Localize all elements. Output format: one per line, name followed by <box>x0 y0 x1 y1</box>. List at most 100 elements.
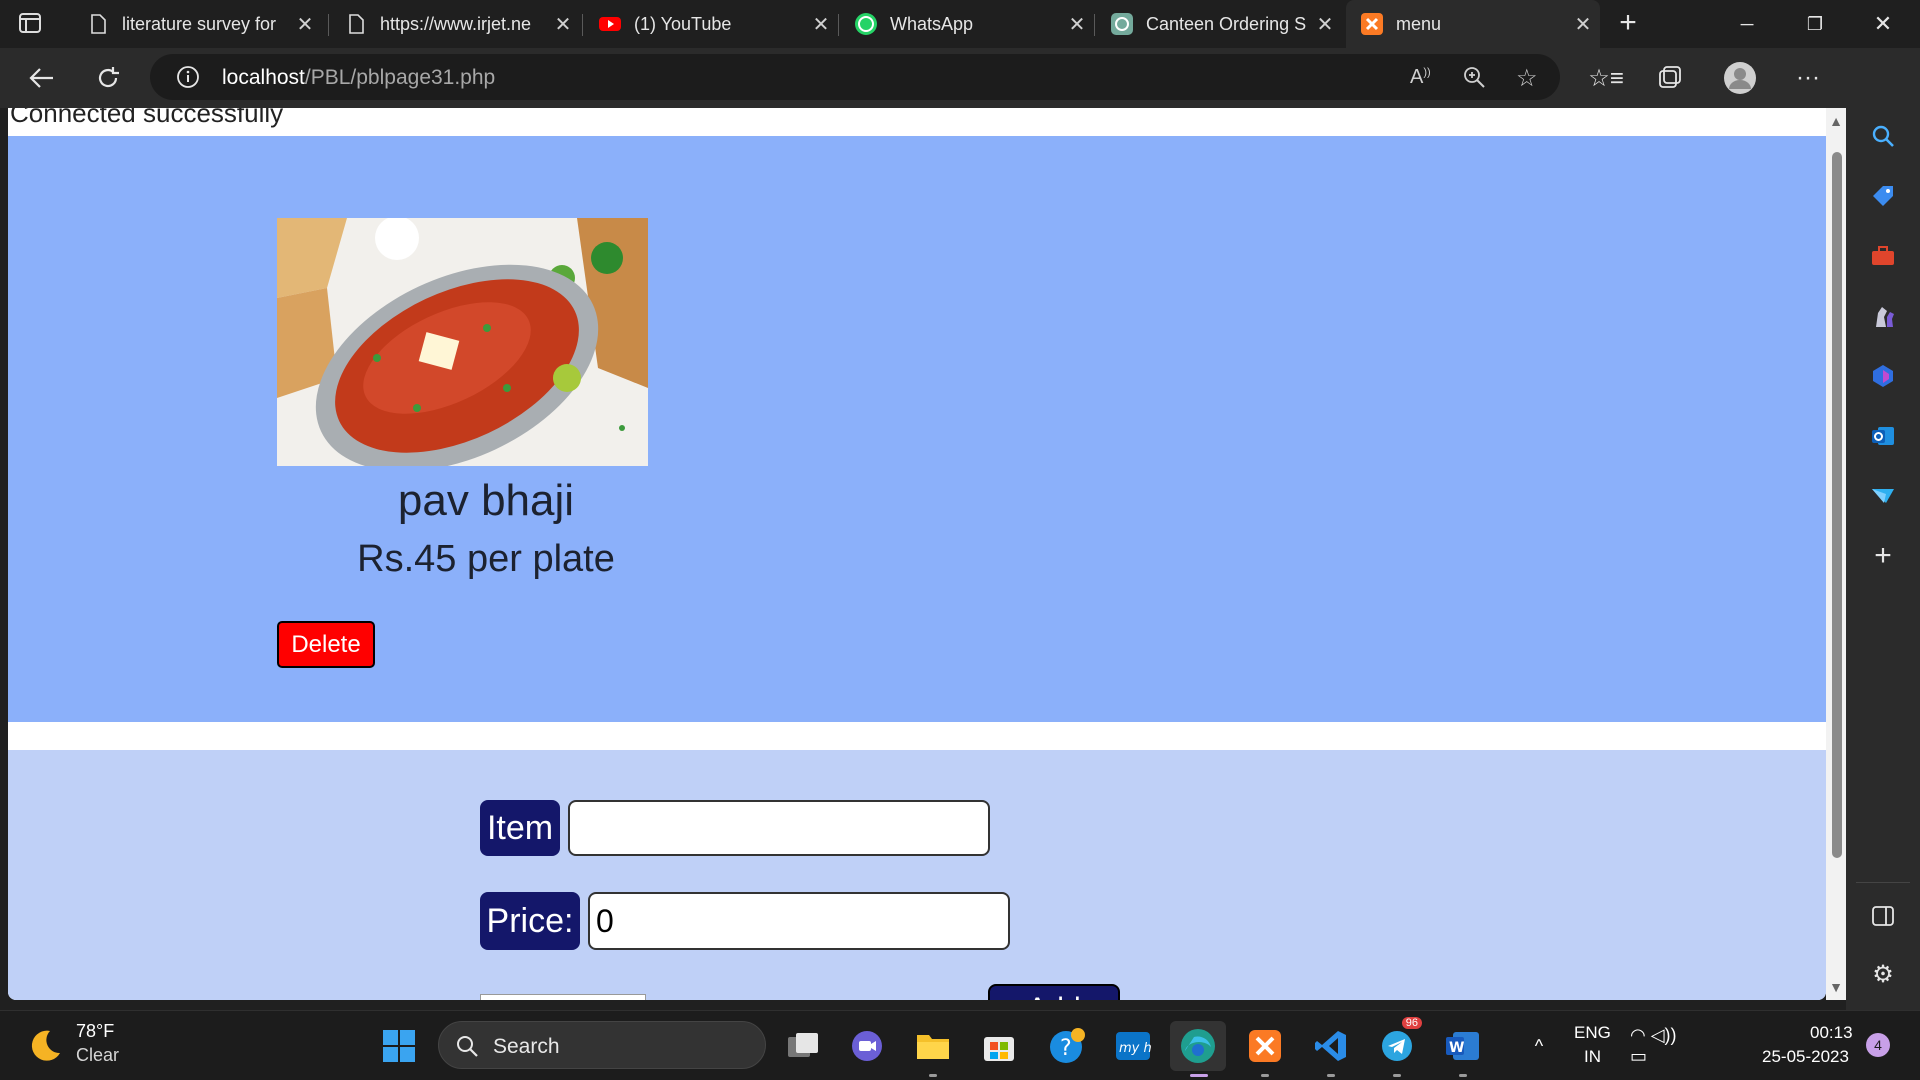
word-icon[interactable]: W <box>1440 1023 1486 1077</box>
microsoft-store-icon[interactable] <box>976 1023 1022 1069</box>
xampp-taskbar-icon[interactable] <box>1242 1023 1288 1077</box>
tab-divider <box>838 14 839 36</box>
windows-start-icon[interactable] <box>376 1023 422 1069</box>
edge-sidebar: + ⚙ <box>1846 48 1920 1010</box>
myhp-icon[interactable]: my hp <box>1110 1023 1156 1069</box>
scroll-down-icon[interactable]: ▼ <box>1829 980 1843 994</box>
connection-message: Connected successfully <box>10 108 284 128</box>
active-indicator <box>1190 1074 1208 1077</box>
menu-item-price: Rs.45 per plate <box>357 538 615 580</box>
close-tab-icon[interactable]: ✕ <box>546 12 580 37</box>
tab-strip: literature survey for ✕ https://www.irje… <box>0 0 1920 48</box>
tab-canteen-ordering[interactable]: Canteen Ordering S ✕ <box>1096 0 1342 48</box>
tab-youtube[interactable]: (1) YouTube ✕ <box>584 0 838 48</box>
more-options-icon[interactable]: ··· <box>1790 60 1826 96</box>
close-tab-icon[interactable]: ✕ <box>1566 12 1600 37</box>
telegram-badge: 96 <box>1401 1017 1422 1029</box>
tab-divider <box>582 14 583 36</box>
zoom-icon[interactable] <box>1462 65 1486 94</box>
close-tab-icon[interactable]: ✕ <box>288 12 322 37</box>
tab-divider <box>328 14 329 36</box>
windows-taskbar: 78°F Clear Search ? my hp 96 <box>0 1010 1920 1080</box>
svg-text:?: ? <box>1060 1036 1072 1061</box>
vscode-icon[interactable] <box>1308 1023 1354 1077</box>
telegram-icon[interactable]: 96 <box>1374 1017 1422 1077</box>
clock-date[interactable]: 25-05-2023 <box>1762 1047 1849 1067</box>
sidebar-search-icon[interactable] <box>1865 118 1901 154</box>
tab-title: Canteen Ordering S <box>1146 13 1307 34</box>
back-icon[interactable] <box>24 60 60 96</box>
clock-time[interactable]: 00:13 <box>1810 1023 1853 1043</box>
add-item-form: Item Price: 0 Add <box>8 750 1826 1000</box>
moon-weather-icon[interactable] <box>26 1027 64 1070</box>
shopping-tag-icon[interactable] <box>1865 178 1901 214</box>
teams-chat-icon[interactable] <box>844 1023 890 1069</box>
sidebar-divider <box>1856 882 1910 883</box>
tab-title: menu <box>1396 13 1442 34</box>
close-tab-icon[interactable]: ✕ <box>1060 12 1094 37</box>
show-hidden-icons[interactable]: ^ <box>1516 1023 1562 1069</box>
url-text[interactable]: localhost/PBL/pblpage31.php <box>222 66 495 90</box>
tab-literature-survey[interactable]: literature survey for ✕ <box>72 0 322 48</box>
new-tab-icon[interactable]: + <box>1610 8 1646 40</box>
outlook-icon[interactable] <box>1865 418 1901 454</box>
close-window-icon[interactable]: ✕ <box>1850 0 1916 48</box>
restore-icon[interactable]: ❐ <box>1782 0 1848 48</box>
delete-button[interactable]: Delete <box>277 621 375 668</box>
whatsapp-icon <box>854 12 878 36</box>
youtube-icon <box>598 12 622 36</box>
tab-menu[interactable]: menu ✕ <box>1346 0 1600 48</box>
item-input[interactable] <box>568 800 990 856</box>
task-view-icon[interactable] <box>780 1023 826 1069</box>
search-label: Search <box>493 1035 560 1058</box>
games-icon[interactable] <box>1865 298 1901 334</box>
running-indicator <box>1261 1074 1269 1077</box>
tab-divider <box>1094 14 1095 36</box>
tab-title: literature survey for <box>122 13 277 34</box>
menu-section: pav bhaji Rs.45 per plate Delete <box>8 136 1826 722</box>
tab-irjet[interactable]: https://www.irjet.ne ✕ <box>330 0 580 48</box>
close-tab-icon[interactable]: ✕ <box>1308 12 1342 37</box>
page-scrollbar[interactable]: ▲ ▼ <box>1826 108 1846 1000</box>
scroll-thumb[interactable] <box>1832 152 1842 858</box>
url-host: localhost <box>222 66 305 89</box>
close-tab-icon[interactable]: ✕ <box>804 12 838 37</box>
language-line2[interactable]: IN <box>1584 1047 1601 1067</box>
scroll-up-icon[interactable]: ▲ <box>1829 114 1843 128</box>
edge-browser-icon[interactable] <box>1170 1021 1226 1077</box>
language-line1[interactable]: ENG <box>1574 1023 1611 1043</box>
choose-file-button[interactable] <box>480 994 646 1000</box>
add-favorite-icon[interactable]: ☆ <box>1516 64 1538 93</box>
tab-actions-icon[interactable] <box>18 12 52 38</box>
read-aloud-icon[interactable]: A)) <box>1410 66 1431 89</box>
split-screen-icon[interactable] <box>1865 898 1901 934</box>
running-indicator <box>1459 1074 1467 1077</box>
get-help-icon[interactable]: ? <box>1044 1023 1090 1069</box>
settings-gear-icon[interactable]: ⚙ <box>1865 956 1901 992</box>
refresh-icon[interactable] <box>90 60 126 96</box>
menu-item-name: pav bhaji <box>397 476 575 525</box>
price-label: Price: <box>480 892 580 950</box>
chatgpt-icon <box>1110 12 1134 36</box>
wifi-sound-battery-tray[interactable]: ◠ ◁)) ▭ <box>1630 1023 1690 1069</box>
collections-icon[interactable] <box>1652 60 1688 96</box>
tools-icon[interactable] <box>1865 238 1901 274</box>
add-sidebar-app-icon[interactable]: + <box>1865 538 1901 574</box>
tab-whatsapp[interactable]: WhatsApp ✕ <box>840 0 1094 48</box>
notification-badge[interactable]: 4 <box>1866 1033 1890 1057</box>
svg-text:my hp: my hp <box>1119 1041 1151 1056</box>
profile-avatar-icon[interactable] <box>1722 60 1758 96</box>
minimize-icon[interactable]: ─ <box>1714 0 1780 48</box>
add-button[interactable]: Add <box>988 984 1120 1000</box>
microsoft365-icon[interactable] <box>1865 358 1901 394</box>
drop-send-icon[interactable] <box>1865 478 1901 514</box>
price-input[interactable]: 0 <box>588 892 1010 950</box>
weather-condition[interactable]: Clear <box>76 1045 119 1066</box>
taskbar-search[interactable]: Search <box>438 1021 766 1069</box>
favorites-icon[interactable]: ☆≡ <box>1588 60 1624 96</box>
site-info-icon[interactable] <box>176 65 200 94</box>
weather-temp[interactable]: 78°F <box>76 1021 114 1042</box>
running-indicator <box>929 1074 937 1077</box>
file-explorer-icon[interactable] <box>910 1023 956 1077</box>
address-bar[interactable]: localhost/PBL/pblpage31.php A)) ☆ <box>150 54 1560 100</box>
